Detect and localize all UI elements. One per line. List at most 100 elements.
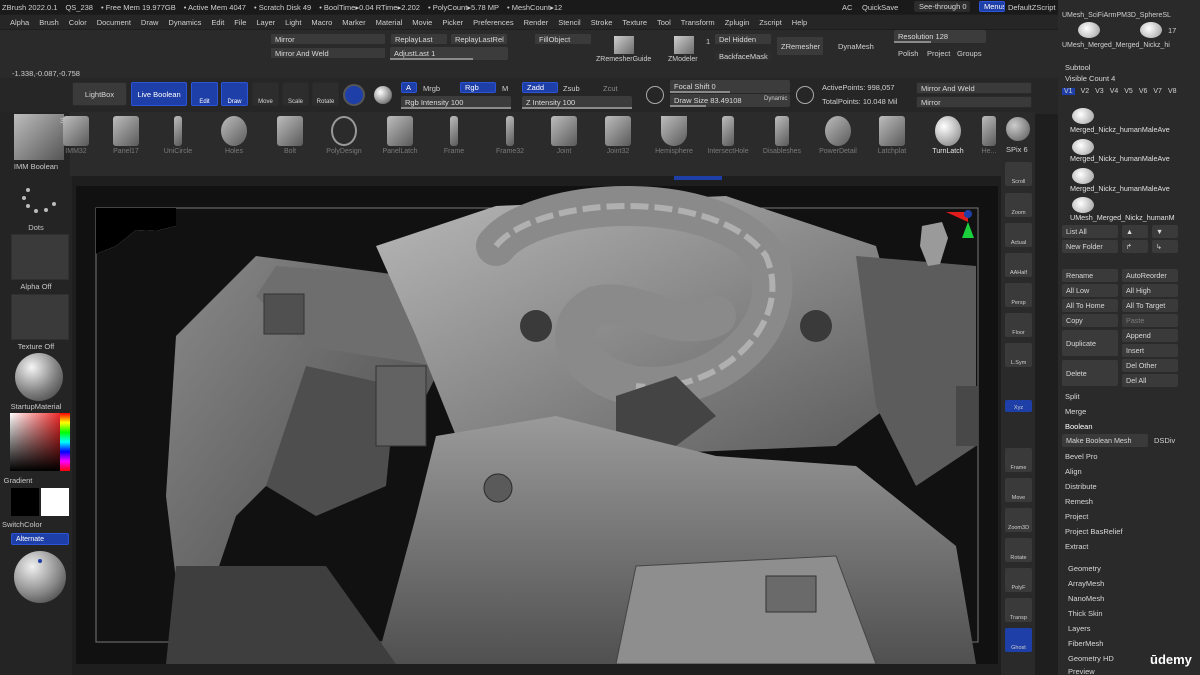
brush-disableshes[interactable]: Disableshes: [756, 112, 808, 172]
mirror-and-weld-button-2[interactable]: Mirror And Weld: [916, 82, 1032, 94]
menu-dynamics[interactable]: Dynamics: [168, 18, 201, 27]
light-position-marker[interactable]: [38, 559, 42, 563]
alternate-button[interactable]: Alternate: [11, 533, 69, 545]
aahalf-button[interactable]: AAHalf: [1005, 253, 1032, 277]
resolution-slider[interactable]: Resolution 128: [894, 30, 986, 43]
menu-brush[interactable]: Brush: [39, 18, 59, 27]
xyz-button[interactable]: Xyz: [1005, 400, 1032, 412]
version-v6[interactable]: V6: [1139, 88, 1148, 95]
all-high-button[interactable]: All High: [1122, 284, 1178, 297]
alpha-thumbnail[interactable]: [11, 234, 69, 280]
geometry-hd-menu[interactable]: Geometry HD: [1068, 654, 1114, 663]
list-all-button[interactable]: List All: [1062, 225, 1118, 238]
color-sphere-icon[interactable]: [374, 86, 392, 104]
zadd-button[interactable]: Zadd: [522, 82, 558, 93]
dots-stroke-icon[interactable]: [18, 178, 62, 218]
subtool-item-1[interactable]: Merged_Nickz_humanMaleAve: [1070, 125, 1182, 139]
menu-render[interactable]: Render: [524, 18, 549, 27]
menu-material[interactable]: Material: [376, 18, 403, 27]
version-v5[interactable]: V5: [1124, 88, 1133, 95]
all-to-target-button[interactable]: All To Target: [1122, 299, 1178, 312]
actual-button[interactable]: Actual: [1005, 223, 1032, 247]
project-button[interactable]: Project: [927, 49, 950, 58]
split-button[interactable]: Split: [1065, 392, 1080, 401]
mrgb-button[interactable]: Mrgb: [423, 84, 440, 93]
brush-latchplat[interactable]: Latchplat: [866, 112, 918, 172]
menu-document[interactable]: Document: [97, 18, 131, 27]
brush-imm32[interactable]: IMM32: [50, 112, 102, 172]
make-boolean-mesh-button[interactable]: Make Boolean Mesh: [1062, 434, 1148, 447]
a-button[interactable]: A: [401, 82, 417, 93]
replaylastrel-button[interactable]: ReplayLastRel: [450, 33, 508, 45]
z-intensity-slider[interactable]: Z Intensity 100: [522, 96, 632, 109]
zremesherguide-button[interactable]: ZRemesherGuide: [596, 56, 651, 63]
preview-menu[interactable]: Preview: [1068, 667, 1095, 675]
arrow-right-button[interactable]: ↱: [1122, 240, 1148, 253]
material-sphere-thumbnail[interactable]: [15, 353, 63, 401]
rename-button[interactable]: Rename: [1062, 269, 1118, 282]
menu-edit[interactable]: Edit: [211, 18, 224, 27]
m-button[interactable]: M: [502, 84, 508, 93]
zremesher-button[interactable]: ZRemesher: [776, 36, 824, 56]
thick-skin-menu[interactable]: Thick Skin: [1068, 609, 1103, 618]
menu-layer[interactable]: Layer: [256, 18, 275, 27]
live-boolean-button[interactable]: Live Boolean: [131, 82, 187, 106]
menu-zplugin[interactable]: Zplugin: [725, 18, 750, 27]
version-v1[interactable]: V1: [1062, 88, 1075, 95]
boolean-section[interactable]: Boolean: [1065, 422, 1093, 431]
append-button[interactable]: Append: [1122, 329, 1178, 342]
zmodeler-button[interactable]: ZModeler: [668, 56, 698, 63]
see-through-slider[interactable]: See-through 0: [914, 1, 970, 12]
paste-button[interactable]: Paste: [1122, 314, 1178, 327]
menu-picker[interactable]: Picker: [442, 18, 463, 27]
main-color-swatch[interactable]: [11, 488, 39, 516]
brush-panel17[interactable]: Panel17: [100, 112, 152, 172]
del-all-button[interactable]: Del All: [1122, 374, 1178, 387]
all-to-home-button[interactable]: All To Home: [1062, 299, 1118, 312]
brush-turnlatch[interactable]: TurnLatch: [922, 112, 974, 172]
scroll-button[interactable]: Scroll: [1005, 162, 1032, 186]
menu-light[interactable]: Light: [285, 18, 301, 27]
menu-draw[interactable]: Draw: [141, 18, 159, 27]
menu-transform[interactable]: Transform: [681, 18, 715, 27]
menu-preferences[interactable]: Preferences: [473, 18, 513, 27]
duplicate-button[interactable]: Duplicate: [1062, 330, 1118, 356]
project-subtool-button[interactable]: Project: [1065, 512, 1088, 521]
brush-frame[interactable]: Frame: [428, 112, 480, 172]
del-hidden-button[interactable]: Del Hidden: [714, 33, 772, 45]
menu-marker[interactable]: Marker: [342, 18, 365, 27]
menu-tool[interactable]: Tool: [657, 18, 671, 27]
move-button[interactable]: Move: [252, 82, 279, 106]
secondary-color-swatch[interactable]: [41, 488, 69, 516]
rgb-intensity-slider[interactable]: Rgb Intensity 100: [401, 96, 511, 109]
arraymesh-menu[interactable]: ArrayMesh: [1068, 579, 1104, 588]
zoom3d-button[interactable]: Zoom3D: [1005, 508, 1032, 532]
version-v2[interactable]: V2: [1081, 88, 1090, 95]
subtool-item-2[interactable]: Merged_Nickz_humanMaleAve: [1070, 154, 1182, 168]
subtool-header[interactable]: Subtool: [1065, 63, 1090, 72]
version-v4[interactable]: V4: [1110, 88, 1119, 95]
quicksave-button[interactable]: QuickSave: [862, 3, 898, 12]
polish-button[interactable]: Polish: [898, 49, 918, 58]
focal-shift-slider[interactable]: Focal Shift 0: [670, 80, 790, 93]
menu-color[interactable]: Color: [69, 18, 87, 27]
menu-alpha[interactable]: Alpha: [10, 18, 29, 27]
brush-bolt[interactable]: Bolt: [264, 112, 316, 172]
tool-item-1[interactable]: UMesh_SciFiArmPM3D_SphereSL: [1062, 12, 1171, 19]
subtool-item-3[interactable]: Merged_Nickz_humanMaleAve: [1070, 184, 1182, 198]
brush-holes[interactable]: Holes: [208, 112, 260, 172]
bevel-pro-button[interactable]: Bevel Pro: [1065, 452, 1098, 461]
spix-slider[interactable]: SPix 6: [1006, 145, 1028, 154]
menu-zscript[interactable]: Zscript: [759, 18, 782, 27]
distribute-button[interactable]: Distribute: [1065, 482, 1097, 491]
dynamesh-button[interactable]: DynaMesh: [838, 42, 874, 51]
orientation-gizmo[interactable]: [942, 208, 976, 248]
zsub-button[interactable]: Zsub: [563, 84, 580, 93]
draw-button[interactable]: Draw: [221, 82, 248, 106]
move-up-button[interactable]: ▲: [1122, 225, 1148, 238]
backfacemask-button[interactable]: BackfaceMask: [714, 50, 772, 62]
dynamic-button[interactable]: Dynamic: [764, 96, 787, 102]
zoom-button[interactable]: Zoom: [1005, 193, 1032, 217]
version-v3[interactable]: V3: [1095, 88, 1104, 95]
mirror-button[interactable]: Mirror: [270, 33, 386, 45]
